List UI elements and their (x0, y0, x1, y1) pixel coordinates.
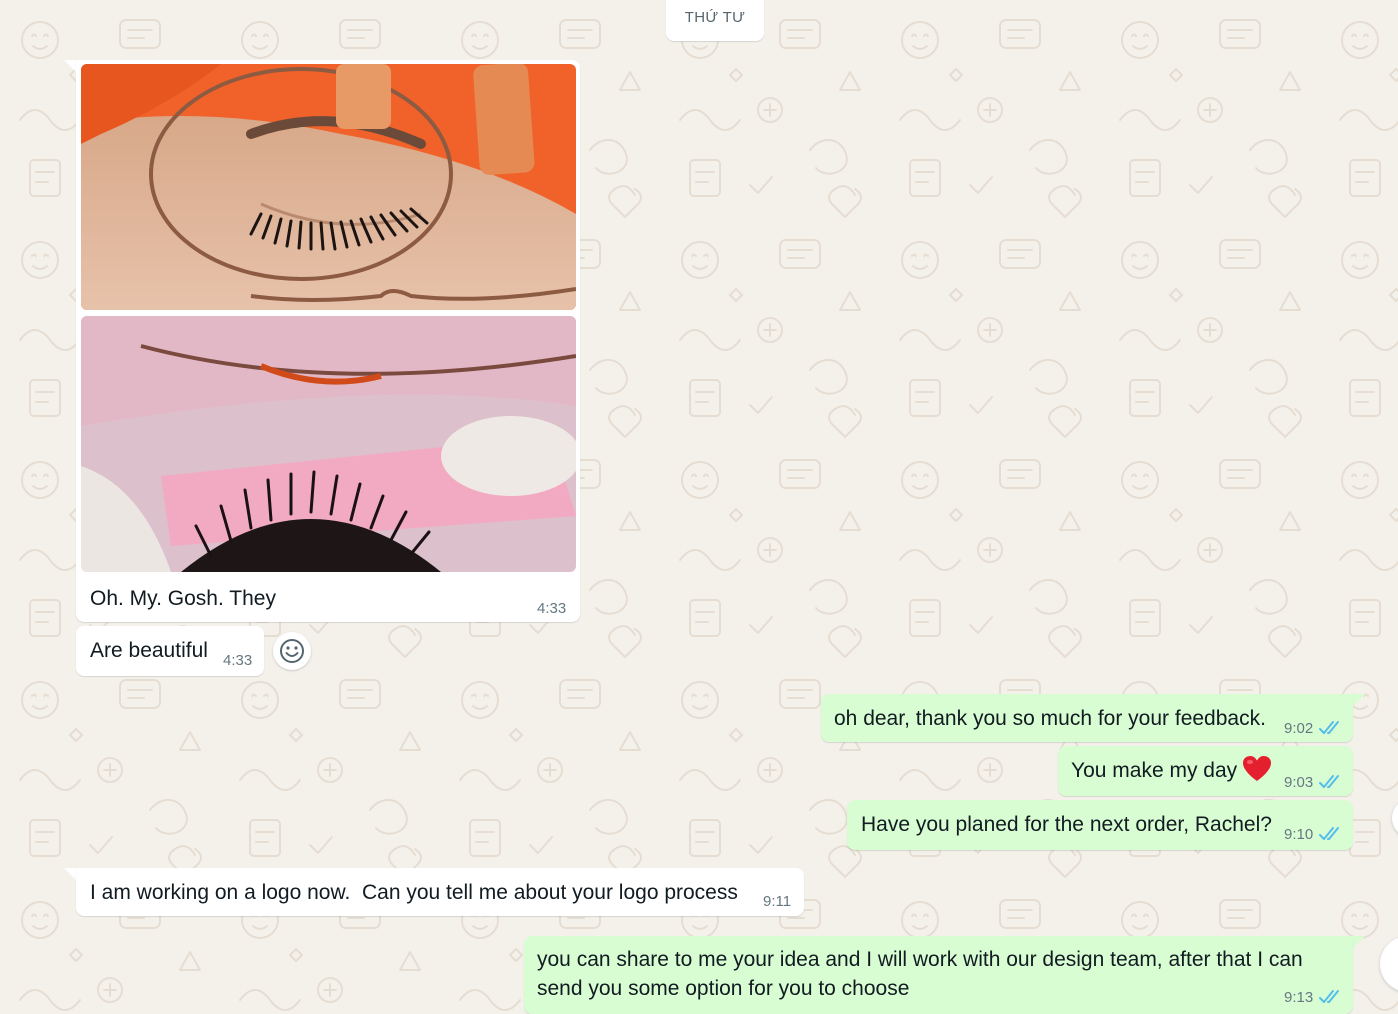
eyelash-photo-1 (81, 64, 576, 310)
smiley-icon (280, 639, 304, 663)
incoming-message[interactable]: I am working on a logo now. Can you tell… (76, 868, 804, 916)
message-time: 4:33 (537, 600, 567, 617)
message-text: oh dear, thank you so much for your feed… (834, 707, 1266, 730)
double-check-icon (1319, 990, 1339, 1003)
double-check-icon (1319, 721, 1339, 734)
message-time: 4:33 (223, 652, 253, 669)
message-caption: Oh. My. Gosh. They (90, 587, 276, 610)
incoming-message[interactable]: Are beautiful 4:33 (76, 626, 264, 676)
message-time: 9:02 (1284, 720, 1314, 737)
message-text: I am working on a logo now. Can you tell… (90, 881, 738, 904)
outgoing-message[interactable]: you can share to me your idea and I will… (524, 936, 1353, 1014)
message-time: 9:03 (1284, 774, 1314, 791)
bubble-tail (64, 60, 76, 72)
scroll-down-button[interactable] (1392, 798, 1398, 838)
bubble-tail (1353, 936, 1365, 948)
eyelash-photo-2 (81, 316, 576, 572)
outgoing-message[interactable]: Have you planed for the next order, Rach… (847, 800, 1353, 850)
message-text: You make my day (1071, 759, 1238, 782)
outgoing-message[interactable]: You make my day 9:03 (1058, 746, 1353, 796)
red-heart-emoji (1243, 756, 1271, 781)
double-check-icon (1319, 827, 1339, 840)
date-separator: THỨ TƯ (666, 0, 764, 41)
double-check-icon (1319, 775, 1339, 788)
message-text: Have you planed for the next order, Rach… (861, 813, 1272, 836)
image-attachment[interactable] (81, 64, 576, 310)
react-button[interactable] (273, 632, 311, 670)
image-attachment[interactable] (81, 316, 576, 572)
message-time: 9:13 (1284, 989, 1314, 1006)
bubble-tail (1353, 694, 1365, 706)
message-time: 9:10 (1284, 826, 1314, 843)
message-text: Are beautiful (90, 639, 208, 662)
message-time: 9:11 (763, 893, 792, 910)
image-message-bubble[interactable]: Oh. My. Gosh. They 4:33 (76, 60, 580, 622)
outgoing-message[interactable]: oh dear, thank you so much for your feed… (821, 694, 1353, 742)
message-text-line: send you some option for you to choose (537, 977, 910, 1000)
bubble-tail (64, 868, 76, 880)
scroll-down-button[interactable] (1380, 936, 1398, 992)
message-text-line: you can share to me your idea and I will… (537, 948, 1303, 971)
